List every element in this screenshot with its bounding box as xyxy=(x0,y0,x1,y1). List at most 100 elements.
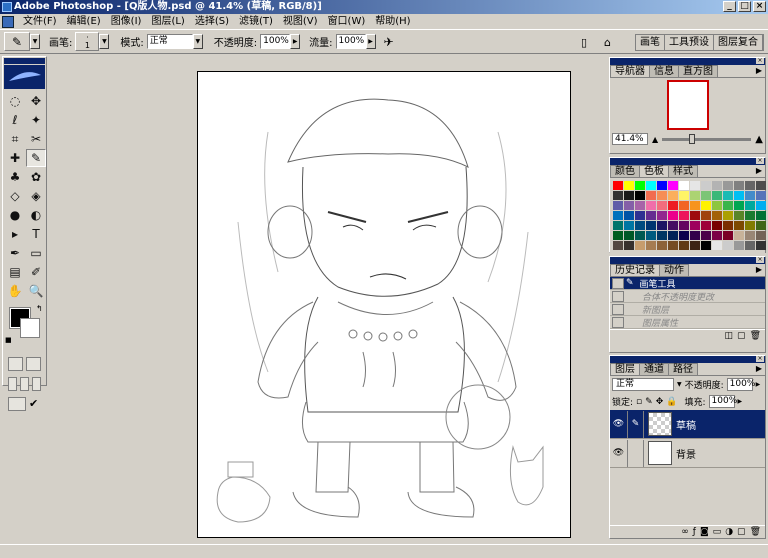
menu-view[interactable]: 视图(V) xyxy=(278,14,323,29)
eyedropper-icon[interactable]: ✐ xyxy=(26,263,46,281)
zoom-icon[interactable]: 🔍 xyxy=(26,282,46,300)
pen-icon[interactable]: ✒ xyxy=(5,244,25,262)
color-swatch[interactable] xyxy=(657,181,667,190)
standard-mode-button[interactable] xyxy=(8,357,23,371)
layer-mask-icon[interactable]: ◙ xyxy=(700,527,709,537)
color-swatch[interactable] xyxy=(635,211,645,220)
color-swatch[interactable] xyxy=(668,181,678,190)
color-swatch[interactable] xyxy=(734,211,744,220)
close-button[interactable]: × xyxy=(753,1,766,12)
color-swatch[interactable] xyxy=(624,201,634,210)
color-swatch[interactable] xyxy=(690,221,700,230)
move-icon[interactable]: ✥ xyxy=(26,92,46,110)
color-swatch[interactable] xyxy=(734,181,744,190)
maximize-button[interactable]: □ xyxy=(738,1,751,12)
lasso-icon[interactable]: ℓ xyxy=(5,111,25,129)
imageready-icon[interactable]: ✔ xyxy=(29,397,38,411)
color-swatch[interactable] xyxy=(613,211,623,220)
new-layer-icon[interactable]: ▢ xyxy=(737,527,746,537)
color-swatch[interactable] xyxy=(690,181,700,190)
tab-color[interactable]: 颜色 xyxy=(610,165,640,177)
background-color[interactable] xyxy=(20,318,40,338)
color-swatch[interactable] xyxy=(679,191,689,200)
tab-styles[interactable]: 样式 xyxy=(668,165,698,177)
type-icon[interactable]: T xyxy=(26,225,46,243)
color-swatch[interactable] xyxy=(657,241,667,250)
tab-history[interactable]: 历史记录 xyxy=(610,264,660,276)
panel-menu-icon[interactable]: ▶ xyxy=(756,166,762,176)
color-swatch[interactable] xyxy=(624,241,634,250)
history-panel-titlebar[interactable]: × xyxy=(610,257,765,264)
color-swatch[interactable] xyxy=(734,191,744,200)
blend-mode-dropdown-icon[interactable]: ▼ xyxy=(677,381,682,388)
color-swatch[interactable] xyxy=(690,211,700,220)
color-swatch[interactable] xyxy=(657,231,667,240)
color-swatch[interactable] xyxy=(613,191,623,200)
screen-mode-full[interactable] xyxy=(32,377,41,391)
color-swatch[interactable] xyxy=(690,241,700,250)
color-swatch[interactable] xyxy=(668,231,678,240)
layer-row[interactable]: 👁 背景 xyxy=(610,439,765,468)
history-source-checkbox[interactable] xyxy=(612,303,624,315)
menu-edit[interactable]: 编辑(E) xyxy=(62,14,106,29)
blur-icon[interactable]: ● xyxy=(5,206,25,224)
color-swatch[interactable] xyxy=(723,211,733,220)
history-brush-icon[interactable]: ✿ xyxy=(26,168,46,186)
swatches-panel-titlebar[interactable]: × xyxy=(610,158,765,165)
tab-navigator[interactable]: 导航器 xyxy=(610,65,650,77)
visibility-eye-icon[interactable]: 👁 xyxy=(610,439,628,467)
color-swatch[interactable] xyxy=(657,221,667,230)
color-swatch[interactable] xyxy=(745,231,755,240)
history-source-checkbox[interactable] xyxy=(612,316,624,328)
color-swatch[interactable] xyxy=(712,231,722,240)
mode-select[interactable]: 正常 xyxy=(146,34,193,49)
color-swatch[interactable] xyxy=(624,181,634,190)
menu-help[interactable]: 帮助(H) xyxy=(370,14,415,29)
slice-icon[interactable]: ✂ xyxy=(26,130,46,148)
toolbox-title[interactable] xyxy=(4,58,45,64)
menu-select[interactable]: 选择(S) xyxy=(190,14,234,29)
lock-position-icon[interactable]: ✥ xyxy=(656,397,664,407)
color-swatch[interactable] xyxy=(624,231,634,240)
new-group-icon[interactable]: ▭ xyxy=(713,527,722,537)
zoom-input[interactable]: 41.4% xyxy=(612,133,648,145)
color-swatch[interactable] xyxy=(679,181,689,190)
close-icon[interactable]: × xyxy=(756,58,764,64)
color-swatch[interactable] xyxy=(668,221,678,230)
color-swatch[interactable] xyxy=(701,241,711,250)
history-source-checkbox[interactable] xyxy=(612,277,624,289)
dodge-icon[interactable]: ◐ xyxy=(26,206,46,224)
adjustment-layer-icon[interactable]: ◑ xyxy=(725,527,733,537)
color-swatch[interactable] xyxy=(756,241,766,250)
well-tab-tool-presets[interactable]: 工具预设 xyxy=(665,35,714,50)
close-icon[interactable]: × xyxy=(756,257,764,263)
color-swatch[interactable] xyxy=(745,181,755,190)
color-swatch[interactable] xyxy=(745,221,755,230)
menu-filter[interactable]: 滤镜(T) xyxy=(234,14,278,29)
color-swatch[interactable] xyxy=(701,211,711,220)
history-item[interactable]: 新图层 xyxy=(610,303,765,316)
mode-dropdown[interactable]: ▼ xyxy=(192,34,203,49)
layers-panel-titlebar[interactable]: × xyxy=(610,356,765,363)
new-document-icon[interactable]: ▢ xyxy=(737,331,746,341)
color-swatch[interactable] xyxy=(690,201,700,210)
airbrush-icon[interactable]: ✈ xyxy=(384,35,394,49)
color-swatch[interactable] xyxy=(701,231,711,240)
color-swatch[interactable] xyxy=(701,201,711,210)
color-swatch[interactable] xyxy=(679,241,689,250)
tab-actions[interactable]: 动作 xyxy=(659,264,689,276)
feather-logo-icon[interactable] xyxy=(4,65,45,89)
color-swatch[interactable] xyxy=(635,181,645,190)
color-swatch[interactable] xyxy=(723,241,733,250)
color-swatch[interactable] xyxy=(756,211,766,220)
color-swatch[interactable] xyxy=(734,201,744,210)
fill-input[interactable]: 100% xyxy=(708,395,737,408)
color-swatch[interactable] xyxy=(745,191,755,200)
color-swatch[interactable] xyxy=(712,241,722,250)
clone-stamp-icon[interactable]: ♣ xyxy=(5,168,25,186)
panel-menu-icon[interactable]: ▶ xyxy=(756,66,762,76)
close-icon[interactable]: × xyxy=(756,356,764,362)
tab-channels[interactable]: 通道 xyxy=(639,363,669,375)
fill-arrow-icon[interactable]: ▶ xyxy=(738,398,743,405)
opacity-slider-arrow[interactable]: ▶ xyxy=(290,34,301,49)
